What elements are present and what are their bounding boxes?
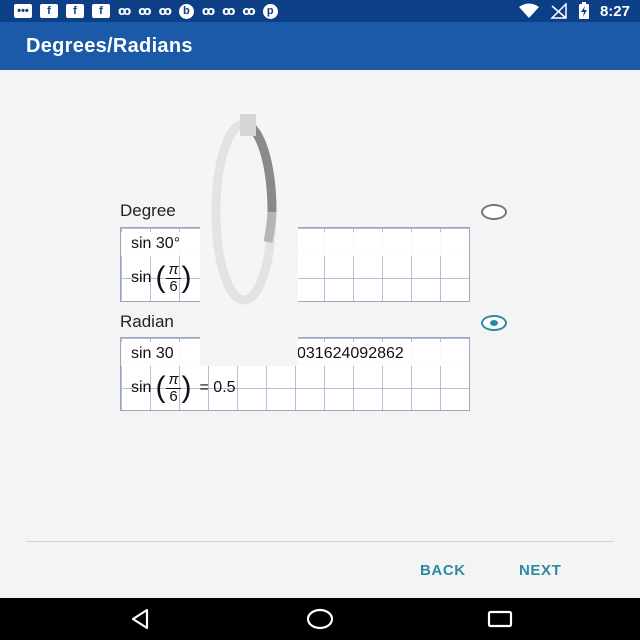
loading-overlay: [200, 84, 298, 366]
navigation-bar: [0, 598, 640, 640]
no-signal-icon: [550, 3, 567, 19]
radian-line1-text: sin 30: [131, 345, 174, 362]
radio-radian[interactable]: [481, 315, 507, 331]
message-icon: •••: [14, 4, 32, 18]
option-label-radian: Radian: [120, 312, 174, 331]
degree-frac-num: π: [166, 260, 181, 279]
facebook-icon: f: [66, 4, 84, 18]
radian-fraction: ( π 6 ): [155, 370, 192, 405]
system-icons: 8:27: [518, 2, 630, 20]
facebook-icon: f: [40, 4, 58, 18]
chain-icon: ꝏ: [222, 4, 235, 18]
chain-icon: ꝏ: [201, 4, 215, 18]
nav-home-button[interactable]: [290, 598, 350, 640]
radio-degree[interactable]: [481, 204, 507, 220]
degree-sin-label: sin: [131, 269, 152, 286]
clock: 8:27: [599, 2, 630, 20]
bing-icon: b: [178, 3, 194, 19]
chain-icon: ꝏ: [158, 4, 172, 18]
triangle-back-icon: [131, 608, 149, 630]
radian-frac-num: π: [166, 370, 181, 389]
radian-result: = 0.5: [199, 379, 236, 396]
back-button[interactable]: BACK: [420, 562, 466, 579]
wifi-icon: [518, 3, 539, 18]
loading-spinner-icon: [211, 114, 277, 305]
circle-home-icon: [306, 608, 334, 630]
square-recents-icon: [487, 610, 513, 628]
app-bar: Degrees/Radians: [0, 22, 640, 70]
nav-recents-button[interactable]: [470, 598, 530, 640]
pinterest-icon: p: [262, 3, 278, 19]
radian-sin-label: sin: [131, 379, 152, 396]
radian-frac-den: 6: [169, 387, 178, 405]
status-bar: ••• f f f ꝏ ꝏ ꝏ b ꝏ ꝏ ꝏ p 8:27: [0, 0, 640, 22]
radian-line2: sin ( π 6 ) = 0.5: [121, 368, 469, 408]
nav-back-button[interactable]: [110, 598, 170, 640]
degree-frac-den: 6: [169, 277, 178, 295]
notification-icons: ••• f f f ꝏ ꝏ ꝏ b ꝏ ꝏ ꝏ p: [14, 3, 278, 19]
degree-fraction: ( π 6 ): [155, 260, 192, 295]
next-button[interactable]: NEXT: [519, 562, 561, 579]
chain-icon: ꝏ: [242, 4, 255, 18]
facebook-icon: f: [92, 4, 110, 18]
battery-charging-icon: [578, 2, 589, 19]
chain-icon: ꝏ: [118, 4, 131, 18]
radian-line1-value: 031624092862: [297, 345, 404, 362]
page-title: Degrees/Radians: [26, 34, 193, 57]
divider: [26, 541, 614, 542]
option-label-degree: Degree: [120, 201, 176, 220]
chain-icon: ꝏ: [138, 4, 151, 18]
